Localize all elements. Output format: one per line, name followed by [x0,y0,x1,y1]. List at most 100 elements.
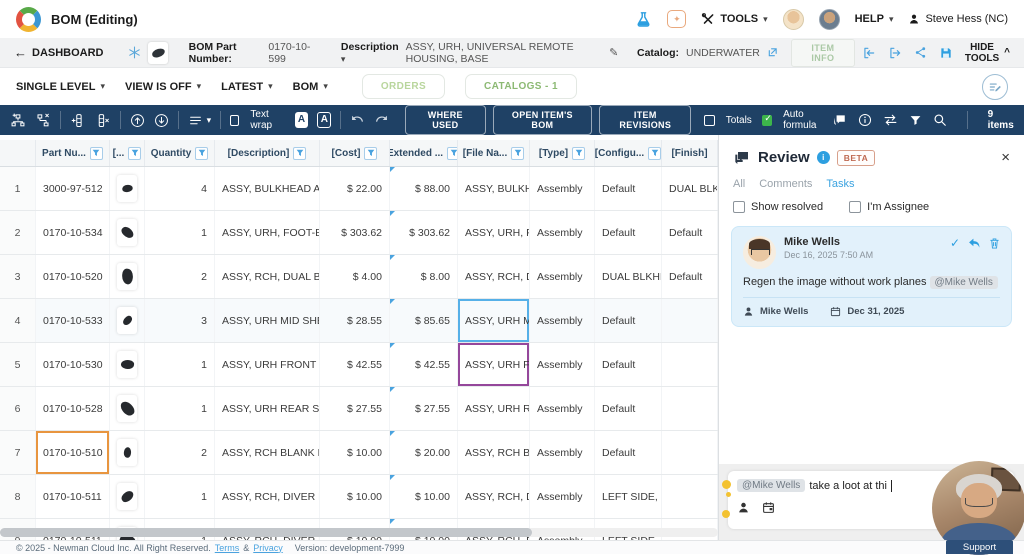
help-menu[interactable]: HELP ▾ [855,13,894,25]
cost-cell[interactable]: $ 27.55 [320,387,390,430]
search-button[interactable] [933,113,947,127]
column-header[interactable]: [File Na... [458,140,530,166]
info-icon[interactable]: i [816,151,830,164]
save-button[interactable] [939,46,953,60]
type-cell[interactable]: Assembly [530,387,595,430]
row-number-cell[interactable]: 4 [0,299,36,342]
extended-cost-cell[interactable]: $ 42.55 [390,343,458,386]
assign-person-button[interactable] [737,501,750,514]
part-thumbnail-cell[interactable] [110,255,145,298]
back-to-dashboard-button[interactable]: ← DASHBOARD [14,45,104,60]
totals-checkbox[interactable]: Totals [703,114,752,126]
file-name-cell[interactable]: ASSY, URH F... [458,343,530,386]
column-header[interactable]: [Finish] [662,140,718,166]
column-header[interactable]: [Configu... [595,140,662,166]
share-button[interactable] [914,46,927,59]
tools-menu[interactable]: TOOLS ▾ [701,12,768,26]
tab-all[interactable]: All [733,178,745,190]
config-cell[interactable]: Default [595,211,662,254]
row-number-cell[interactable]: 3 [0,255,36,298]
info-button[interactable] [858,113,872,127]
file-name-cell[interactable]: ASSY, RCH, D... [458,255,530,298]
redo-button[interactable] [374,114,389,126]
config-cell[interactable]: Default [595,299,662,342]
catalogs-button[interactable]: CATALOGS - 1 [465,74,577,99]
row-number-cell[interactable]: 7 [0,431,36,474]
row-number-cell[interactable]: 2 [0,211,36,254]
cost-cell[interactable]: $ 42.55 [320,343,390,386]
type-cell[interactable]: Assembly [530,255,595,298]
extended-cost-cell[interactable]: $ 20.00 [390,431,458,474]
file-name-cell[interactable]: ASSY, RCH, D... [458,475,530,518]
description-cell[interactable]: ASSY, RCH BLANK IO ... [215,431,320,474]
part-thumbnail-cell[interactable] [110,211,145,254]
move-row-up-button[interactable] [130,113,145,128]
part-thumbnail-cell[interactable] [110,431,145,474]
reply-button[interactable] [968,238,981,249]
item-thumbnail[interactable] [148,41,169,64]
file-name-cell[interactable]: ASSY, URH M... [458,299,530,342]
config-cell[interactable]: Default [595,343,662,386]
undo-button[interactable] [350,114,365,126]
delete-task-button[interactable] [989,237,1000,250]
feedback-button[interactable]: ✦ [667,10,687,28]
cost-cell[interactable]: $ 10.00 [320,475,390,518]
quantity-cell[interactable]: 4 [145,167,215,210]
quantity-cell[interactable]: 1 [145,211,215,254]
description-cell[interactable]: ASSY, RCH, DIVER HA... [215,475,320,518]
part-number-cell[interactable]: 0170-10-510 [36,431,110,474]
text-wrap-checkbox[interactable]: Text wrap [230,109,286,131]
quantity-cell[interactable]: 1 [145,387,215,430]
hide-tools-button[interactable]: HIDE TOOLS ^ [965,42,1010,64]
row-height-menu[interactable]: ▾ [188,114,211,127]
avatar[interactable] [782,8,804,30]
row-number-cell[interactable]: 1 [0,167,36,210]
quantity-cell[interactable]: 2 [145,255,215,298]
revision-dropdown[interactable]: LATEST ▾ [221,81,273,93]
extended-cost-cell[interactable]: $ 88.00 [390,167,458,210]
description-cell[interactable]: ASSY, URH MID SHELL [215,299,320,342]
terms-link[interactable]: Terms [215,543,240,553]
support-button[interactable]: Support [946,540,1013,554]
show-resolved-checkbox[interactable]: Show resolved [733,201,823,213]
file-name-cell[interactable]: ASSY, BULKH... [458,167,530,210]
column-header[interactable]: [... [110,140,145,166]
auto-formula-checkbox[interactable]: Auto formula [762,109,831,131]
horizontal-scrollbar[interactable] [0,528,718,537]
part-thumbnail-cell[interactable] [110,167,145,210]
cost-cell[interactable]: $ 303.62 [320,211,390,254]
row-number-cell[interactable]: 8 [0,475,36,518]
part-number-cell[interactable]: 0170-10-511 [36,475,110,518]
open-items-bom-button[interactable]: OPEN ITEM'S BOM [492,105,593,135]
type-cell[interactable]: Assembly [530,167,595,210]
description-cell[interactable]: ASSY, BULKHEAD AD... [215,167,320,210]
file-name-cell[interactable]: ASSY, URH R... [458,387,530,430]
description-cell[interactable]: ASSY, URH, FOOT-BA... [215,211,320,254]
cost-cell[interactable]: $ 4.00 [320,255,390,298]
finish-cell[interactable] [662,387,718,430]
cost-cell[interactable]: $ 28.55 [320,299,390,342]
config-cell[interactable]: LEFT SIDE, N... [595,475,662,518]
move-row-down-button[interactable] [154,113,169,128]
set-due-date-button[interactable] [762,501,775,514]
comments-button[interactable] [832,113,847,127]
column-header[interactable]: [Cost] [320,140,390,166]
type-cell[interactable]: Assembly [530,343,595,386]
swap-columns-button[interactable] [883,114,898,126]
column-filter-button[interactable] [195,146,209,160]
scrollbar-thumb[interactable] [0,528,532,537]
column-filter-button[interactable] [293,146,307,160]
type-cell[interactable]: Assembly [530,475,595,518]
finish-cell[interactable] [662,299,718,342]
column-filter-button[interactable] [128,146,142,160]
type-cell[interactable]: Assembly [530,211,595,254]
font-outline-a-button[interactable]: A [317,112,332,128]
item-info-button[interactable]: ITEM INFO [790,38,855,67]
finish-cell[interactable]: Default [662,255,718,298]
file-name-cell[interactable]: ASSY, RCH B... [458,431,530,474]
extended-cost-cell[interactable]: $ 10.00 [390,475,458,518]
finish-cell[interactable] [662,343,718,386]
column-header[interactable]: Part Nu... [36,140,110,166]
where-used-button[interactable]: WHERE USED [405,105,486,135]
finish-cell[interactable]: DUAL BLK [662,167,718,210]
